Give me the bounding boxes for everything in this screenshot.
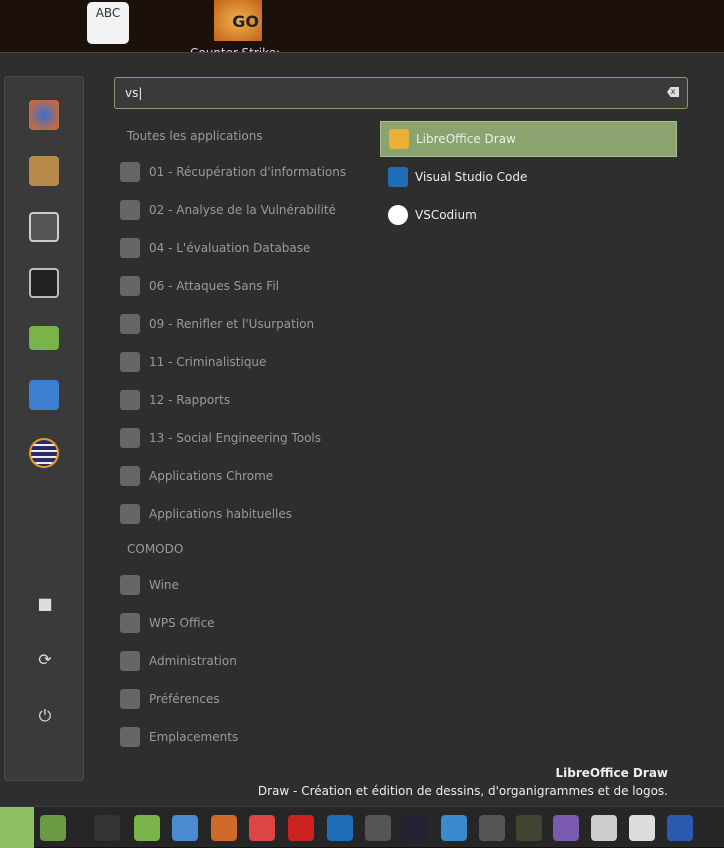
category-label: 12 - Rapports (149, 393, 231, 407)
category-item[interactable]: WPS Office (120, 611, 215, 635)
system-monitor-icon[interactable] (516, 815, 542, 841)
description-text: Draw - Création et édition de dessins, d… (257, 784, 668, 798)
category-item[interactable]: 01 - Récupération d'informations (120, 160, 346, 184)
vscode-icon[interactable] (327, 815, 353, 841)
category-label: WPS Office (149, 616, 215, 630)
search-input[interactable]: vs| x (114, 77, 688, 109)
category-label: 02 - Analyse de la Vulnérabilité (149, 203, 336, 217)
network-icon (120, 314, 140, 334)
category-item[interactable]: 02 - Analyse de la Vulnérabilité (120, 198, 336, 222)
folder-icon[interactable] (29, 326, 59, 350)
folder-icon (120, 727, 140, 747)
category-label: Préférences (149, 692, 220, 706)
category-item[interactable]: 13 - Social Engineering Tools (120, 426, 321, 450)
hand-icon (120, 352, 140, 372)
category-label: Applications habituelles (149, 507, 293, 521)
result-libreoffice-draw[interactable]: LibreOffice Draw (380, 121, 677, 157)
favorites-sidebar: ■ ⟳ ⏻ (4, 76, 84, 781)
firefox-icon[interactable] (29, 100, 59, 130)
category-label: Wine (149, 578, 179, 592)
unlock-icon (120, 200, 140, 220)
wireless-icon (120, 276, 140, 296)
result-vscodium[interactable]: VSCodium (380, 197, 677, 233)
category-item[interactable]: Préférences (120, 687, 220, 711)
person-icon (120, 428, 140, 448)
opera-icon[interactable] (288, 815, 314, 841)
updater-icon[interactable] (591, 815, 617, 841)
category-item[interactable]: 12 - Rapports (120, 388, 230, 412)
category-label: 09 - Renifler et l'Usurpation (149, 317, 315, 331)
category-item[interactable]: 09 - Renifler et l'Usurpation (120, 312, 314, 336)
package-manager-icon[interactable] (29, 156, 59, 186)
all-applications-header[interactable]: Toutes les applications (127, 129, 263, 143)
category-label: Administration (149, 654, 237, 668)
vscodium-icon (388, 205, 408, 225)
wps-icon (120, 613, 140, 633)
mint-menu-icon[interactable] (0, 807, 34, 848)
category-label: 13 - Social Engineering Tools (149, 431, 321, 445)
apps-icon (120, 504, 140, 524)
lock-icon[interactable]: ■ (36, 595, 54, 613)
category-item[interactable]: 04 - L'évaluation Database (120, 236, 310, 260)
category-item[interactable]: 11 - Criminalistique (120, 350, 266, 374)
libreoffice-draw-icon (389, 129, 409, 149)
pidgin-icon[interactable] (553, 815, 579, 841)
category-label: 01 - Récupération d'informations (149, 165, 347, 179)
result-label: LibreOffice Draw (416, 132, 516, 146)
description-title: LibreOffice Draw (555, 766, 668, 780)
category-label: 04 - L'évaluation Database (149, 241, 311, 255)
icon-label: ABC (95, 6, 121, 20)
wine-icon (120, 575, 140, 595)
terminal-icon[interactable] (94, 815, 120, 841)
section-header: COMODO (127, 542, 184, 556)
category-item[interactable]: Administration (120, 649, 237, 673)
chrome-icon[interactable] (249, 815, 275, 841)
debian-icon[interactable] (667, 815, 693, 841)
admin-icon (120, 651, 140, 671)
taskbar (0, 806, 724, 848)
category-label: 06 - Attaques Sans Fil (149, 279, 280, 293)
category-label: 11 - Criminalistique (149, 355, 267, 369)
category-item[interactable]: 06 - Attaques Sans Fil (120, 274, 279, 298)
search-text: vs (125, 86, 139, 100)
clear-search-icon[interactable]: x (667, 87, 679, 97)
file-manager-icon[interactable] (29, 380, 59, 410)
keepass-icon[interactable] (402, 815, 428, 841)
category-label: Applications Chrome (149, 469, 274, 483)
chromium-icon[interactable] (172, 815, 198, 841)
result-label: VSCodium (415, 208, 477, 222)
category-label: Emplacements (149, 730, 239, 744)
settings-icon[interactable] (29, 212, 59, 242)
eclipse-icon[interactable] (29, 438, 59, 468)
files-icon[interactable] (40, 815, 66, 841)
sublime-icon[interactable] (365, 815, 391, 841)
result-label: Visual Studio Code (415, 170, 528, 184)
power-icon[interactable]: ⏻ (36, 707, 54, 725)
vscode-icon (388, 167, 408, 187)
preferences-icon (120, 689, 140, 709)
result-visual-studio-code[interactable]: Visual Studio Code (380, 159, 677, 195)
document-icon (120, 390, 140, 410)
firefox-icon[interactable] (211, 815, 237, 841)
folder-icon[interactable] (134, 815, 160, 841)
desktop-icon-font[interactable]: ABC (87, 2, 129, 44)
terminal-icon[interactable] (29, 268, 59, 298)
search-icon (120, 162, 140, 182)
category-item[interactable]: Applications habituelles (120, 502, 292, 526)
icon-label: GO (232, 12, 259, 31)
app-icon[interactable] (441, 815, 467, 841)
notes-icon[interactable] (479, 815, 505, 841)
unlock-icon (120, 238, 140, 258)
application-menu: ■ ⟳ ⏻ vs| x Toutes les applications 01 - … (0, 52, 724, 806)
category-item[interactable]: Applications Chrome (120, 464, 273, 488)
category-item[interactable]: Emplacements (120, 725, 238, 749)
category-item[interactable]: Wine (120, 573, 179, 597)
thunderbird-icon[interactable] (629, 815, 655, 841)
logout-icon[interactable]: ⟳ (36, 651, 54, 669)
chrome-icon (120, 466, 140, 486)
desktop-icon-csgo[interactable]: GO (214, 0, 262, 41)
